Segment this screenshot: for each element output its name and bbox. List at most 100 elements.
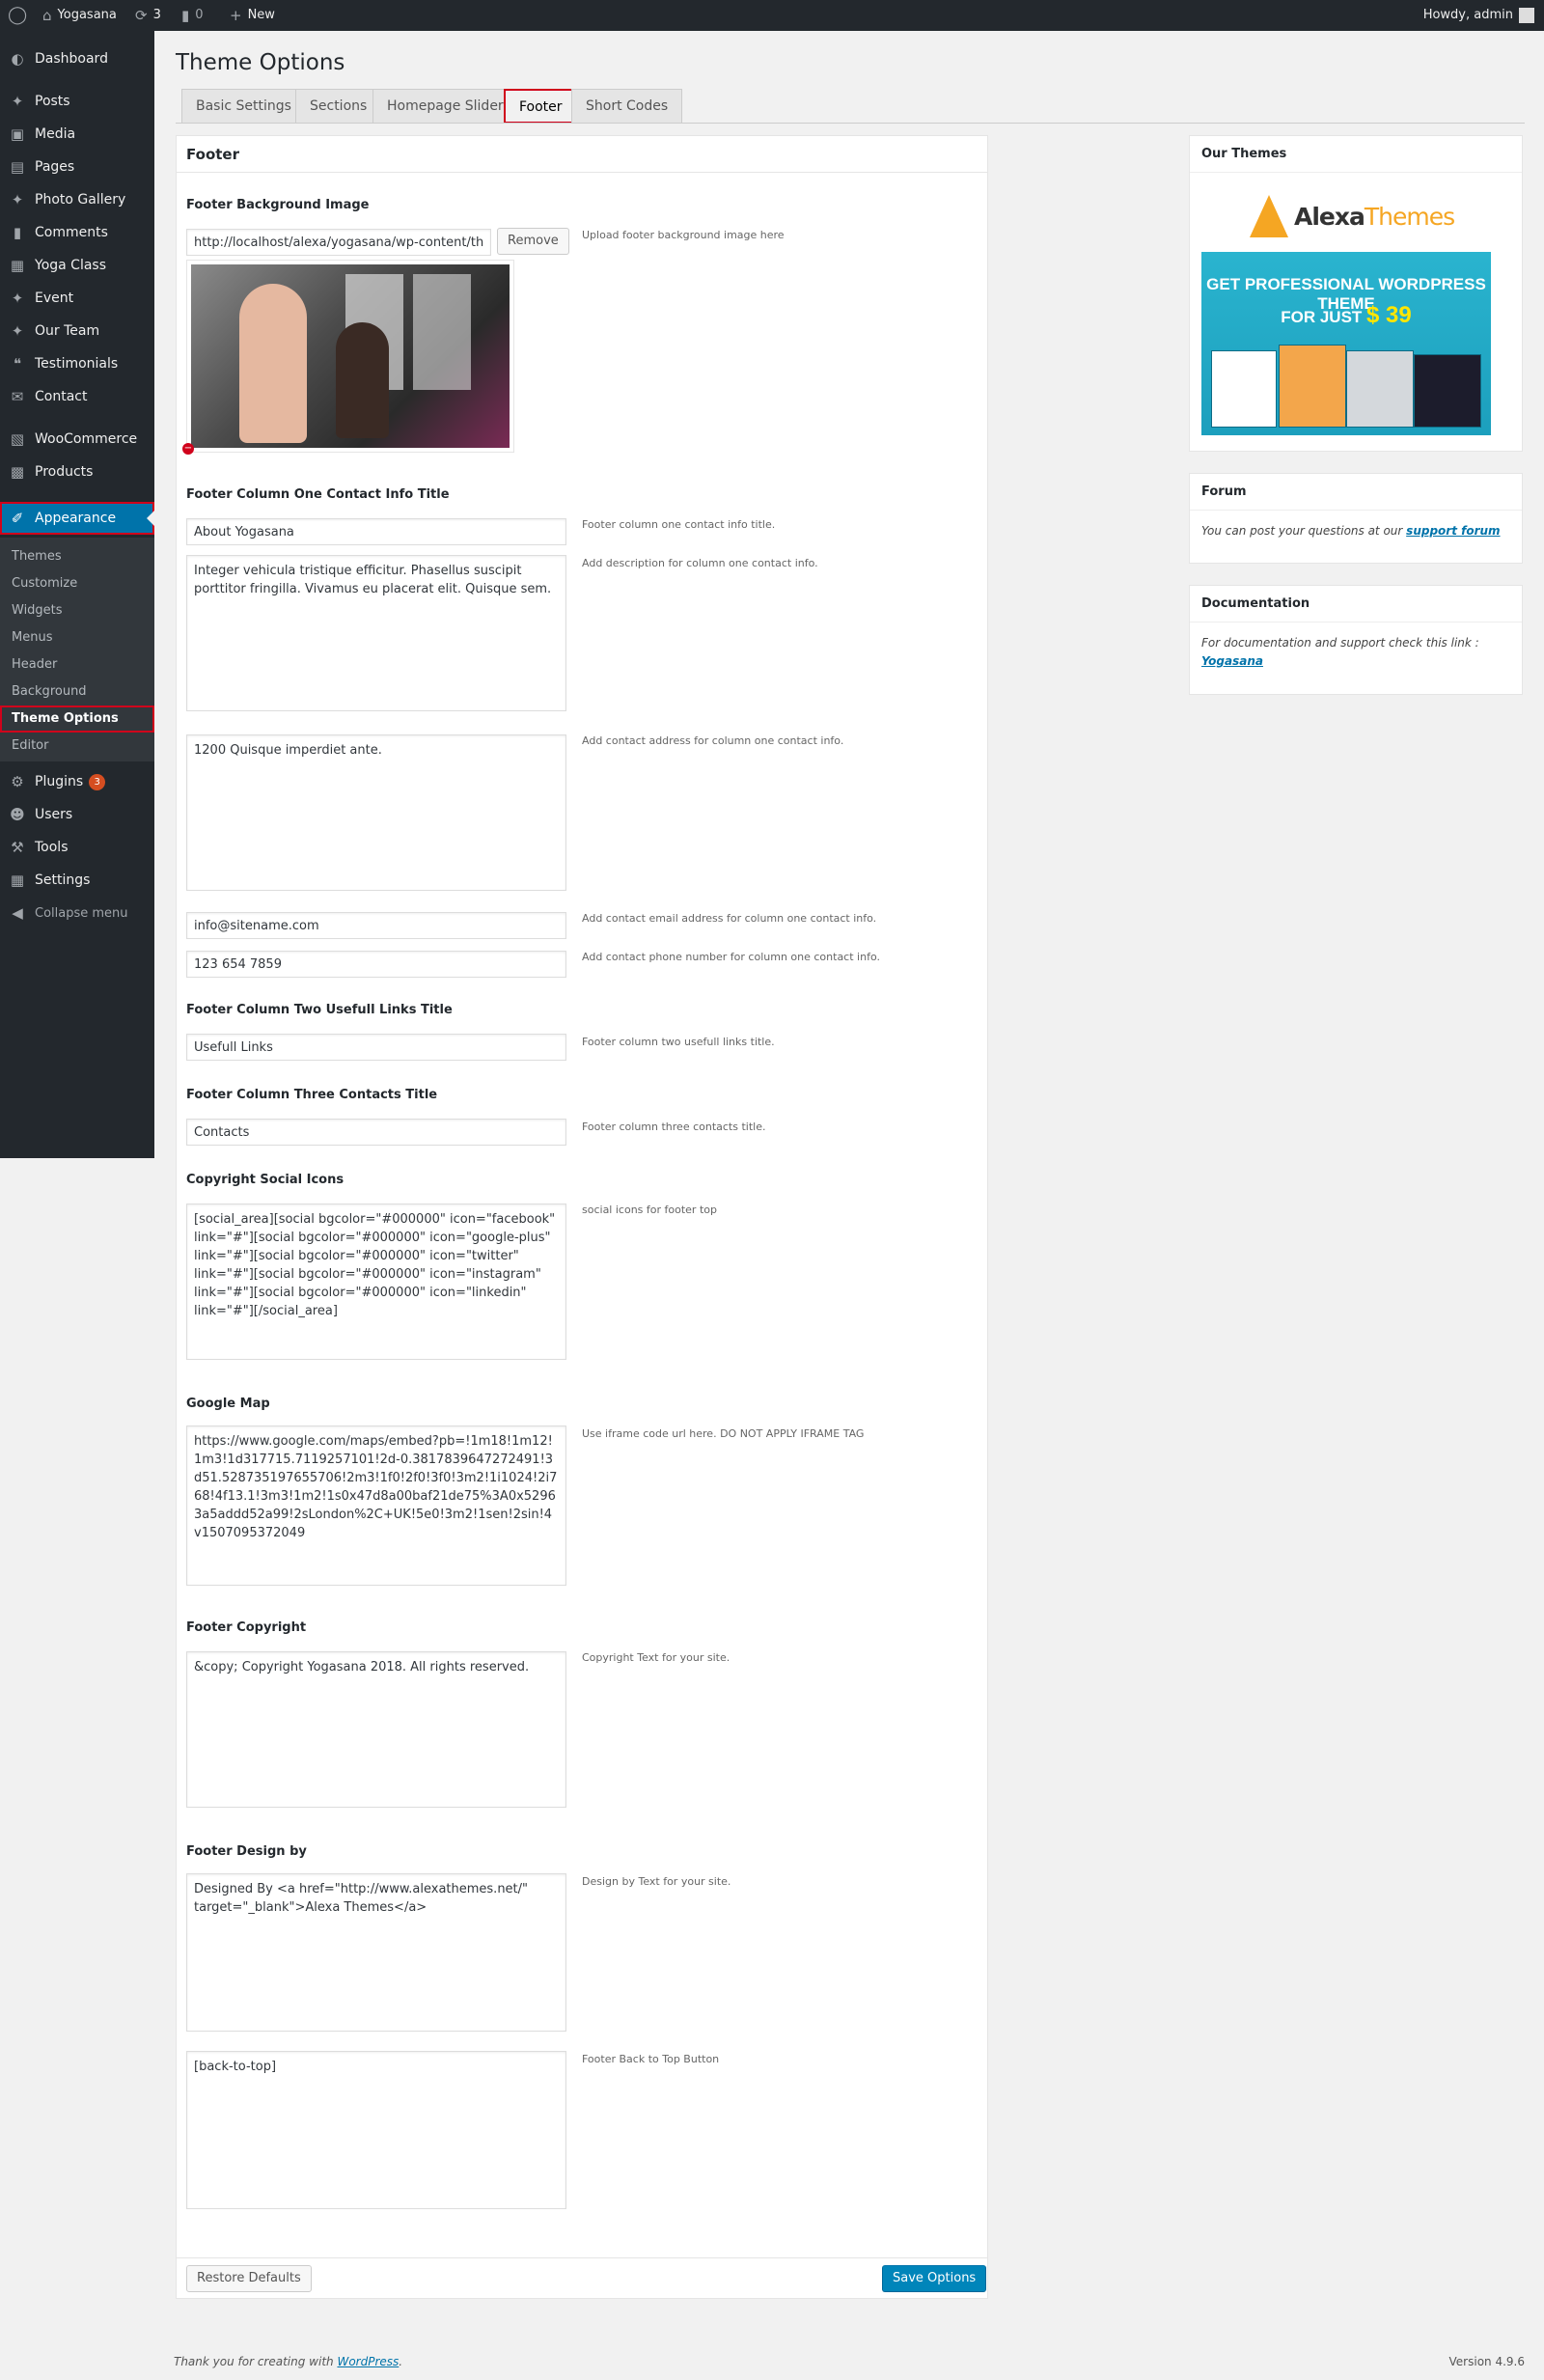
col3-title-input[interactable] <box>186 1119 566 1146</box>
menu-yoga-class[interactable]: ▦ Yoga Class <box>0 249 154 282</box>
media-icon: ▣ <box>10 125 25 143</box>
col1-title-input[interactable] <box>186 518 566 545</box>
submenu-customize[interactable]: Customize <box>0 570 154 597</box>
menu-dashboard[interactable]: ◐ Dashboard <box>0 42 154 75</box>
menu-woocommerce[interactable]: ▧ WooCommerce <box>0 423 154 456</box>
comment-icon: ▮ <box>13 224 22 241</box>
menu-posts[interactable]: ✦ Posts <box>0 85 154 118</box>
menu-products[interactable]: ▩ Products <box>0 456 154 488</box>
menu-our-team[interactable]: ✦ Our Team <box>0 315 154 347</box>
theme-screenshot <box>1211 350 1277 428</box>
forum-box: Forum You can post your questions at our… <box>1189 473 1523 564</box>
woocommerce-icon: ▧ <box>10 430 25 448</box>
theme-promo[interactable]: AlexaThemes GET PROFESSIONAL WORDPRESS T… <box>1201 186 1512 447</box>
home-icon: ⌂ <box>42 7 52 24</box>
tab-sections[interactable]: Sections <box>295 89 382 124</box>
submenu-theme-options[interactable]: Theme Options <box>0 706 154 733</box>
footer-bg-image-preview <box>186 260 514 453</box>
submenu-editor[interactable]: Editor <box>0 733 154 760</box>
col1-phone-input[interactable] <box>186 951 566 978</box>
col1-email-input[interactable] <box>186 912 566 939</box>
new-content-link[interactable]: + New <box>230 0 275 31</box>
footer-design-textarea[interactable]: Designed By <a href="http://www.alexathe… <box>186 1873 566 2032</box>
support-forum-link[interactable]: support forum <box>1406 524 1500 538</box>
footer-options-panel: Footer Footer Background Image Remove Up… <box>176 135 988 2299</box>
updates-link[interactable]: ⟳ 3 <box>135 0 161 31</box>
tab-homepage-slider[interactable]: Homepage Slider <box>372 89 518 124</box>
submenu-background[interactable]: Background <box>0 678 154 706</box>
footer-copyright-label: Footer Copyright <box>186 1620 307 1635</box>
comments-link[interactable]: ▮ 0 <box>181 0 204 31</box>
alexa-themes-logo: AlexaThemes <box>1250 192 1455 240</box>
menu-tools[interactable]: ⚒ Tools <box>0 831 154 864</box>
brush-icon: ✐ <box>11 510 24 527</box>
forum-title: Forum <box>1190 474 1522 511</box>
footer-copyright-textarea[interactable]: &copy; Copyright Yogasana 2018. All righ… <box>186 1651 566 1808</box>
restore-defaults-button[interactable]: Restore Defaults <box>186 2265 312 2292</box>
wordpress-logo-icon[interactable]: ◯ <box>8 0 27 31</box>
social-icons-textarea[interactable]: [social_area][social bgcolor="#000000" i… <box>186 1204 566 1360</box>
menu-photo-gallery[interactable]: ✦ Photo Gallery <box>0 183 154 216</box>
theme-screenshot <box>1346 350 1414 428</box>
refresh-icon: ⟳ <box>135 7 148 24</box>
col3-title-desc: Footer column three contacts title. <box>582 1121 766 1133</box>
google-map-textarea[interactable]: https://www.google.com/maps/embed?pb=!1m… <box>186 1425 566 1586</box>
tab-short-codes[interactable]: Short Codes <box>571 89 683 124</box>
comment-icon: ▮ <box>181 7 190 24</box>
avatar <box>1519 8 1534 23</box>
back-to-top-textarea[interactable]: [back-to-top] <box>186 2051 566 2209</box>
documentation-title: Documentation <box>1190 586 1522 623</box>
menu-collapse[interactable]: ◀ Collapse menu <box>0 897 154 929</box>
menu-settings[interactable]: ▦ Settings <box>0 864 154 897</box>
wrench-icon: ⚒ <box>11 839 24 856</box>
remove-circle-icon[interactable]: − <box>182 443 194 455</box>
plus-icon: + <box>230 7 242 24</box>
menu-testimonials[interactable]: ❝ Testimonials <box>0 347 154 380</box>
account-menu[interactable]: Howdy, admin <box>1423 0 1534 31</box>
panel-footer-divider <box>177 2257 987 2258</box>
yogasana-docs-link[interactable]: Yogasana <box>1201 654 1263 668</box>
submenu-header[interactable]: Header <box>0 651 154 678</box>
remove-image-button[interactable]: Remove <box>497 228 569 255</box>
promo-price: $ 39 <box>1366 302 1412 328</box>
menu-comments[interactable]: ▮ Comments <box>0 216 154 249</box>
col1-phone-desc: Add contact phone number for column one … <box>582 951 880 963</box>
back-to-top-desc: Footer Back to Top Button <box>582 2053 720 2065</box>
menu-pages[interactable]: ▤ Pages <box>0 151 154 183</box>
col1-title-label: Footer Column One Contact Info Title <box>186 487 450 502</box>
wordpress-link[interactable]: WordPress <box>337 2355 399 2368</box>
pages-icon: ▤ <box>10 158 25 176</box>
menu-contact[interactable]: ✉ Contact <box>0 380 154 413</box>
bg-image-url-input[interactable] <box>186 229 491 256</box>
submenu-menus[interactable]: Menus <box>0 624 154 651</box>
pin-icon: ✦ <box>11 322 24 340</box>
menu-media[interactable]: ▣ Media <box>0 118 154 151</box>
pin-icon: ✦ <box>11 290 24 307</box>
menu-event[interactable]: ✦ Event <box>0 282 154 315</box>
menu-plugins[interactable]: ⚙ Plugins 3 <box>0 765 154 798</box>
submenu-themes[interactable]: Themes <box>0 543 154 570</box>
settings-icon: ▦ <box>10 872 25 889</box>
menu-users[interactable]: ☻ Users <box>0 798 154 831</box>
save-options-button[interactable]: Save Options <box>882 2265 987 2292</box>
collapse-icon: ◀ <box>12 904 23 922</box>
yoga-photo <box>191 264 510 448</box>
col1-description-desc: Add description for column one contact i… <box>582 557 818 569</box>
menu-appearance[interactable]: ✐ Appearance <box>0 502 154 535</box>
alexa-logo-icon <box>1250 195 1288 237</box>
footer-thanks: Thank you for creating with WordPress. <box>174 2355 403 2368</box>
submenu-widgets[interactable]: Widgets <box>0 597 154 624</box>
admin-sidebar: ◐ Dashboard ✦ Posts ▣ Media ▤ Pages ✦ Photo G… <box>0 31 154 1158</box>
tab-basic-settings[interactable]: Basic Settings <box>181 89 306 124</box>
bg-image-desc: Upload footer background image here <box>582 229 785 241</box>
col1-address-textarea[interactable]: 1200 Quisque imperdiet ante. <box>186 734 566 891</box>
col1-description-textarea[interactable]: Integer vehicula tristique efficitur. Ph… <box>186 555 566 711</box>
theme-screenshot <box>1414 354 1481 428</box>
tab-divider <box>176 123 1525 124</box>
tab-footer[interactable]: Footer <box>504 89 578 124</box>
image-icon: ▦ <box>10 257 25 274</box>
col2-title-input[interactable] <box>186 1034 566 1061</box>
site-name-link[interactable]: ⌂ Yogasana <box>42 0 117 31</box>
pin-icon: ✦ <box>11 191 24 208</box>
social-icons-label: Copyright Social Icons <box>186 1173 345 1187</box>
